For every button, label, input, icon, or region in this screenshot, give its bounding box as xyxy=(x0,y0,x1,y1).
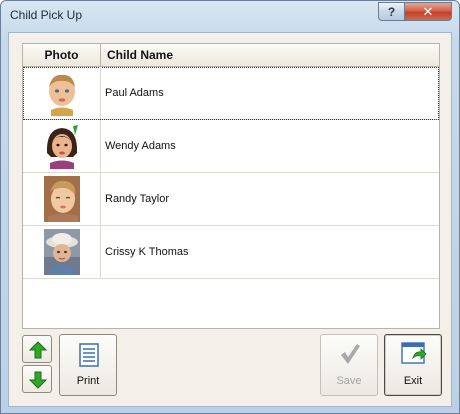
exit-button[interactable]: Exit xyxy=(384,334,442,396)
dialog-window: Child Pick Up ? ✕ Photo Child Name Paul … xyxy=(0,0,460,414)
print-label: Print xyxy=(76,375,100,387)
table-row[interactable]: Randy Taylor xyxy=(23,173,439,226)
child-photo-boy xyxy=(44,70,80,116)
green-arrow-up-icon xyxy=(29,341,47,359)
photo-cell xyxy=(23,120,101,172)
child-name-cell: Wendy Adams xyxy=(105,140,176,152)
grid-header: Photo Child Name xyxy=(23,44,439,67)
column-header-photo[interactable]: Photo xyxy=(23,44,101,66)
child-name-cell: Crissy K Thomas xyxy=(105,246,189,258)
table-row[interactable]: Wendy Adams xyxy=(23,120,439,173)
column-header-child-name[interactable]: Child Name xyxy=(107,44,173,66)
children-grid[interactable]: Photo Child Name Paul Adams Wendy Adams … xyxy=(22,43,440,329)
exit-label: Exit xyxy=(403,375,423,387)
child-photo-child-with-hat xyxy=(44,229,80,275)
close-button[interactable]: ✕ xyxy=(404,2,452,21)
move-up-button[interactable] xyxy=(22,335,52,363)
child-photo-girl xyxy=(44,123,80,169)
checkmark-icon xyxy=(341,344,360,364)
dialog-content: Photo Child Name Paul Adams Wendy Adams … xyxy=(8,32,452,407)
photo-cell xyxy=(23,226,101,278)
document-icon xyxy=(79,343,99,367)
child-photo-toddler xyxy=(44,176,80,222)
table-row[interactable]: Crissy K Thomas xyxy=(23,226,439,279)
child-name-cell: Randy Taylor xyxy=(105,193,169,205)
save-label: Save xyxy=(336,375,362,387)
help-icon: ? xyxy=(387,4,396,19)
table-row[interactable]: Paul Adams xyxy=(23,67,439,120)
help-button[interactable]: ? xyxy=(378,2,405,21)
photo-cell xyxy=(23,67,101,119)
save-button[interactable]: Save xyxy=(320,334,378,396)
move-down-button[interactable] xyxy=(22,365,52,393)
title-bar[interactable]: Child Pick Up ? ✕ xyxy=(1,1,459,31)
photo-cell xyxy=(23,173,101,225)
child-name-cell: Paul Adams xyxy=(105,87,164,99)
print-button[interactable]: Print xyxy=(59,334,117,396)
green-arrow-down-icon xyxy=(29,371,47,389)
close-icon: ✕ xyxy=(422,3,434,19)
exit-window-icon xyxy=(401,342,427,364)
window-title: Child Pick Up xyxy=(10,8,83,22)
